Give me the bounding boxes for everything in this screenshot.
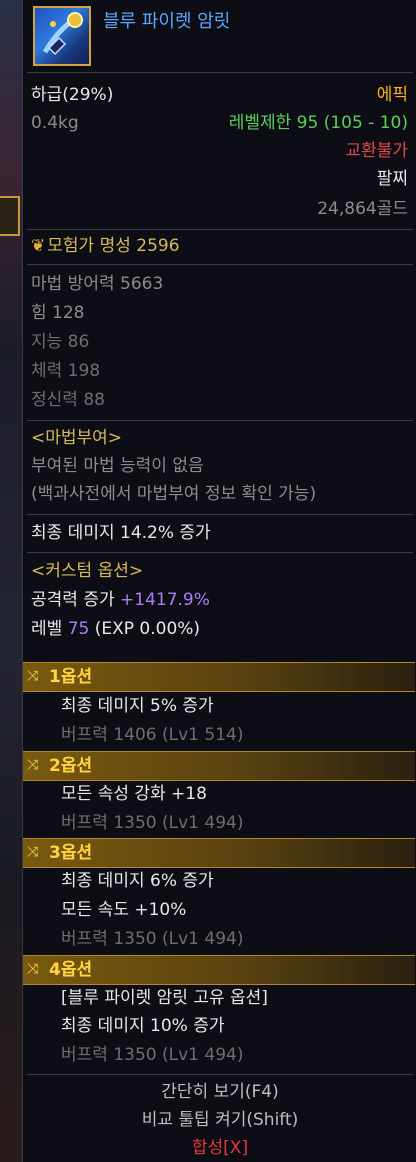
custom-attack-row: 공격력 증가 +1417.9% — [31, 589, 210, 611]
option-header-label: 2옵션 — [49, 756, 93, 776]
custom-option-title: <커스텀 옵션> — [31, 561, 144, 581]
enchant-none: 부여된 마법 능력이 없음 — [31, 456, 204, 476]
divider — [27, 552, 413, 553]
option-header-2: ⤨ 2옵션 — [23, 751, 415, 781]
untradable-label: 교환불가 — [345, 141, 408, 161]
custom-attack-label: 공격력 증가 — [31, 590, 121, 610]
simple-view-button[interactable]: 간단히 보기(F4) — [23, 1080, 416, 1104]
divider — [27, 514, 413, 515]
stat-strength: 힘 128 — [31, 303, 85, 323]
shuffle-icon: ⤨ — [27, 757, 39, 773]
compare-tooltip-button[interactable]: 비교 툴팁 켜기(Shift) — [23, 1108, 416, 1132]
custom-level-label: 레벨 — [31, 619, 68, 639]
enchant-title: <마법부여> — [31, 428, 123, 448]
game-background-strip — [0, 0, 22, 1162]
divider — [27, 229, 413, 230]
option-header-4: ⤨ 4옵션 — [23, 955, 415, 985]
custom-level-row: 레벨 75 (EXP 0.00%) — [31, 618, 200, 640]
item-name: 블루 파이렛 암릿 — [103, 11, 231, 32]
custom-level-exp: (EXP 0.00%) — [89, 619, 201, 639]
option-header-label: 1옵션 — [49, 667, 93, 687]
option-2-buff: 버프력 1350 (Lv1 494) — [61, 813, 244, 833]
level-limit: 레벨제한 95 (105 - 10) — [228, 113, 408, 133]
fame-text: 모험가 명성 2596 — [47, 236, 180, 256]
option-header-3: ⤨ 3옵션 — [23, 838, 415, 868]
item-type: 팔찌 — [376, 169, 408, 189]
final-damage: 최종 데미지 14.2% 증가 — [31, 523, 211, 543]
stat-intelligence: 지능 86 — [31, 332, 90, 352]
option-3-line-2: 모든 속도 +10% — [61, 900, 187, 920]
custom-level-value: 75 — [67, 619, 90, 639]
option-3-line-1: 최종 데미지 6% 증가 — [61, 871, 214, 891]
combine-button[interactable]: 합성[X] — [23, 1136, 416, 1160]
option-header-label: 3옵션 — [49, 843, 93, 863]
option-1-buff: 버프력 1406 (Lv1 514) — [61, 725, 244, 745]
option-1-line-1: 최종 데미지 5% 증가 — [61, 696, 214, 716]
fame-laurel-icon: ❦ — [31, 236, 46, 256]
divider — [27, 1074, 413, 1075]
option-2-line-1: 모든 속성 강화 +18 — [61, 784, 207, 804]
item-grade: 하급(29%) — [31, 85, 114, 105]
option-header-label: 4옵션 — [49, 960, 93, 980]
item-weight: 0.4kg — [31, 113, 79, 133]
shuffle-icon: ⤨ — [27, 961, 39, 977]
option-4-line-1: [블루 파이렛 암릿 고유 옵션] — [61, 988, 268, 1008]
option-3-buff: 버프력 1350 (Lv1 494) — [61, 929, 244, 949]
custom-attack-value: +1417.9% — [120, 590, 210, 610]
divider — [27, 264, 413, 265]
background-ui-tab — [0, 196, 20, 236]
item-rarity: 에픽 — [376, 85, 408, 105]
shuffle-icon: ⤨ — [27, 844, 39, 860]
stat-spirit: 정신력 88 — [31, 390, 105, 410]
shuffle-icon: ⤨ — [27, 668, 39, 684]
stat-magic-defense: 마법 방어력 5663 — [31, 274, 164, 294]
stat-vitality: 체력 198 — [31, 361, 101, 381]
item-bracelet-icon — [33, 6, 91, 66]
option-4-buff: 버프력 1350 (Lv1 494) — [61, 1045, 244, 1065]
item-price: 24,864골드 — [317, 199, 408, 219]
divider — [27, 420, 413, 421]
item-tooltip: 블루 파이렛 암릿 하급(29%) 에픽 0.4kg 레벨제한 95 (105 … — [22, 0, 416, 1162]
option-header-1: ⤨ 1옵션 — [23, 662, 415, 692]
fame-row: ❦ 모험가 명성 2596 — [31, 235, 180, 257]
option-4-line-2: 최종 데미지 10% 증가 — [61, 1016, 225, 1036]
enchant-hint: (백과사전에서 마법부여 정보 확인 가능) — [31, 484, 317, 504]
divider — [27, 72, 413, 73]
